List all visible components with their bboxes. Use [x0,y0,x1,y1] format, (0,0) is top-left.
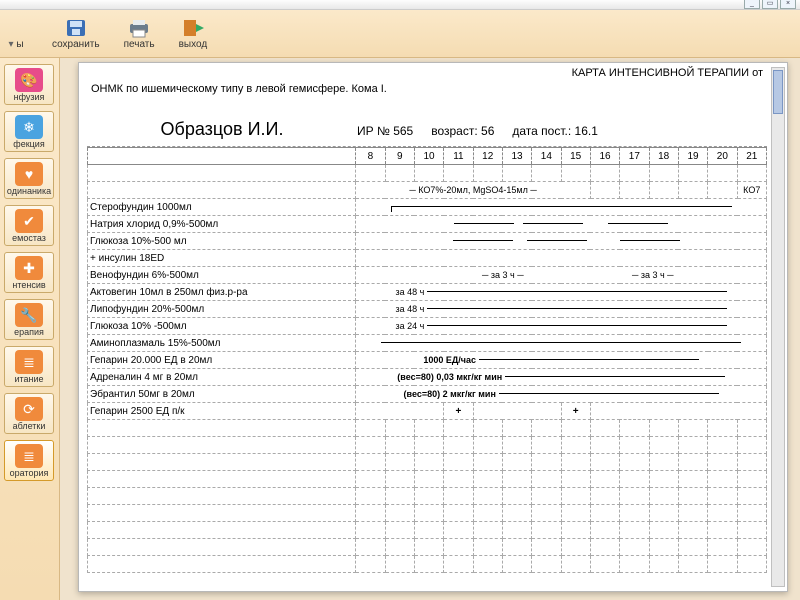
print-icon [127,17,151,39]
sidebar-item-label: фекция [13,139,44,149]
med-name: + инсулин 18ED [88,250,356,267]
med-name: Актовегин 10мл в 250мл физ.р-ра [88,284,356,301]
window-minimize-button[interactable]: _ [744,0,760,9]
med-name: Венофундин 6%-500мл [88,267,356,284]
ir-number: ИР № 565 [357,124,413,138]
med-name: Эбрантил 50мг в 20мл [88,386,356,403]
sidebar: 🎨нфузия ❄фекция ♥одинаника ✔емостаз ✚нтенсив… [0,58,60,600]
med-row: Адреналин 4 мг в 20мл(вес=80) 0,03 мкг/к… [88,369,767,386]
sidebar-item-4[interactable]: ✚нтенсив [4,252,54,293]
med-name: Аминоплазмаль 15%-500мл [88,335,356,352]
med-row: Глюкоза 10% -500млза 24 ч [88,318,767,335]
med-name: Натрия хлорид 0,9%-500мл [88,216,356,233]
med-name: Липофундин 20%-500мл [88,301,356,318]
med-name: Гепарин 2500 ЕД п/к [88,403,356,420]
med-row: Актовегин 10мл в 250мл физ.р-раза 48 ч [88,284,767,301]
toolbar: ы сохранить печать выход [0,10,800,58]
toolbar-item-dropdown[interactable]: ы [4,17,28,50]
sidebar-icon: ⟳ [15,397,43,421]
med-row: Стерофундин 1000мл [88,199,767,216]
med-name: Глюкоза 10%-500 мл [88,233,356,250]
med-row: Эбрантил 50мг в 20мл(вес=80) 2 мкг/кг ми… [88,386,767,403]
main-area: КАРТА ИНТЕНСИВНОЙ ТЕРАПИИ от ОНМК по ише… [60,58,800,600]
window-close-button[interactable]: × [780,0,796,9]
med-row: Натрия хлорид 0,9%-500мл [88,216,767,233]
sidebar-item-6[interactable]: ≣итание [4,346,54,387]
scrollbar-thumb[interactable] [773,70,783,114]
diagnosis-text: ОНМК по ишемическому типу в левой гемисф… [87,79,767,105]
sidebar-icon: ♥ [15,162,43,186]
med-row: Венофундин 6%-500мл ─ за 3 ч ─ ─ за 3 ч … [88,267,767,284]
sidebar-icon: ≣ [15,444,43,468]
med-row: Гепарин 2500 ЕД п/к + + [88,403,767,420]
sidebar-icon: 🎨 [15,68,43,92]
sidebar-item-label: нфузия [14,92,45,102]
sidebar-item-2[interactable]: ♥одинаника [4,158,54,199]
sidebar-icon: ❄ [15,115,43,139]
therapy-grid: 89101112131415161718192021 ─ КО7%-20мл, … [87,146,767,573]
med-row: Аминоплазмаль 15%-500мл [88,335,767,352]
med-name: Глюкоза 10% -500мл [88,318,356,335]
toolbar-print-button[interactable]: печать [124,17,155,50]
title-bar: _ ▭ × [0,0,800,10]
sidebar-item-label: емостаз [12,233,46,243]
sidebar-item-5[interactable]: 🔧ерапия [4,299,54,340]
sidebar-item-label: одинаника [7,186,51,196]
patient-name: Образцов И.И. [87,119,357,140]
med-row: Глюкоза 10%-500 мл [88,233,767,250]
med-row: Липофундин 20%-500млза 48 ч [88,301,767,318]
sidebar-item-label: оратория [10,468,49,478]
sidebar-item-0[interactable]: 🎨нфузия [4,64,54,105]
sidebar-item-7[interactable]: ⟳аблетки [4,393,54,434]
sidebar-item-label: нтенсив [12,280,45,290]
sidebar-item-label: ерапия [14,327,44,337]
sidebar-item-1[interactable]: ❄фекция [4,111,54,152]
sidebar-item-3[interactable]: ✔емостаз [4,205,54,246]
sidebar-icon: ✚ [15,256,43,280]
window-maximize-button[interactable]: ▭ [762,0,778,9]
med-name: Стерофундин 1000мл [88,199,356,216]
document-card: КАРТА ИНТЕНСИВНОЙ ТЕРАПИИ от ОНМК по ише… [78,62,788,592]
sidebar-icon: 🔧 [15,303,43,327]
patient-age: возраст: 56 [431,124,494,138]
sidebar-item-label: аблетки [13,421,46,431]
dropdown-icon [4,17,28,39]
scrollbar[interactable] [771,67,785,587]
toolbar-save-button[interactable]: сохранить [52,17,100,50]
med-name: Гепарин 20.000 ЕД в 20мл [88,352,356,369]
sidebar-item-label: итание [14,374,43,384]
med-name: Адреналин 4 мг в 20мл [88,369,356,386]
document-title: КАРТА ИНТЕНСИВНОЙ ТЕРАПИИ от [87,67,767,79]
sidebar-icon: ✔ [15,209,43,233]
toolbar-exit-button[interactable]: выход [179,17,208,50]
save-icon [64,17,88,39]
exit-icon [181,17,205,39]
sidebar-icon: ≣ [15,350,43,374]
admission-date: дата пост.: 16.1 [512,124,598,138]
patient-row: Образцов И.И. ИР № 565 возраст: 56 дата … [87,105,767,146]
med-row: + инсулин 18ED [88,250,767,267]
med-row: Гепарин 20.000 ЕД в 20мл1000 ЕД/час [88,352,767,369]
sidebar-item-8[interactable]: ≣оратория [4,440,54,481]
